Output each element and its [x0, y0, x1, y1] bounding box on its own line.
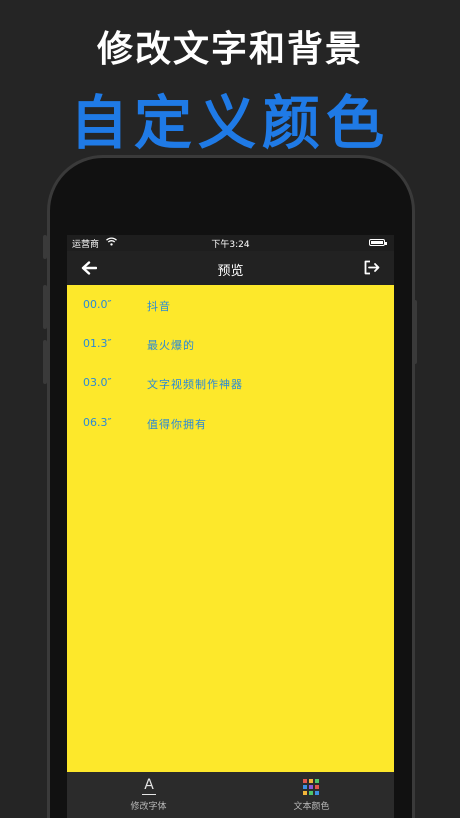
lyric-timestamp: 00.0″	[83, 298, 112, 311]
navigation-bar: 预览	[67, 251, 394, 285]
color-grid-icon	[303, 779, 319, 795]
battery-icon	[369, 239, 387, 246]
tab-change-font[interactable]: A 修改字体	[67, 772, 230, 818]
status-bar: 运营商 下午3:24	[67, 235, 394, 251]
lyric-text: 值得你拥有	[147, 418, 207, 431]
lyric-line[interactable]: 03.0″ 文字视频制作神器	[67, 373, 394, 393]
phone-volume-down-button	[43, 340, 47, 384]
tab-bar: A 修改字体 文本颜色	[67, 772, 394, 818]
app-store-screenshot: 修改文字和背景 自定义颜色 运营商 下午3:24 预览 00.0″ 抖音 01.…	[0, 0, 460, 818]
font-icon: A	[141, 777, 157, 795]
phone-mute-button	[43, 235, 47, 259]
promo-subheadline: 自定义颜色	[69, 89, 390, 157]
lyric-timestamp: 01.3″	[83, 337, 112, 350]
phone-screen: 运营商 下午3:24 预览 00.0″ 抖音 01.3″ 最火爆的 03.0″ …	[67, 235, 394, 818]
text-preview-area[interactable]: 00.0″ 抖音 01.3″ 最火爆的 03.0″ 文字视频制作神器 06.3″…	[67, 285, 394, 772]
lyric-line[interactable]: 06.3″ 值得你拥有	[67, 413, 394, 433]
lyric-line[interactable]: 00.0″ 抖音	[67, 295, 394, 315]
lyric-timestamp: 03.0″	[83, 376, 112, 389]
page-title: 预览	[217, 264, 244, 279]
lyric-text: 最火爆的	[147, 339, 195, 352]
lyric-timestamp: 06.3″	[83, 416, 112, 429]
tab-label: 修改字体	[130, 802, 167, 812]
phone-power-button	[413, 300, 417, 364]
tab-label: 文本颜色	[293, 802, 330, 812]
lyric-text: 文字视频制作神器	[147, 378, 243, 391]
export-icon[interactable]	[364, 260, 380, 279]
lyric-line[interactable]: 01.3″ 最火爆的	[67, 334, 394, 354]
phone-volume-up-button	[43, 285, 47, 329]
lyric-text: 抖音	[147, 300, 171, 313]
status-time: 下午3:24	[211, 240, 250, 250]
promo-headline: 修改文字和背景	[96, 29, 363, 70]
tab-text-color[interactable]: 文本颜色	[230, 772, 393, 818]
